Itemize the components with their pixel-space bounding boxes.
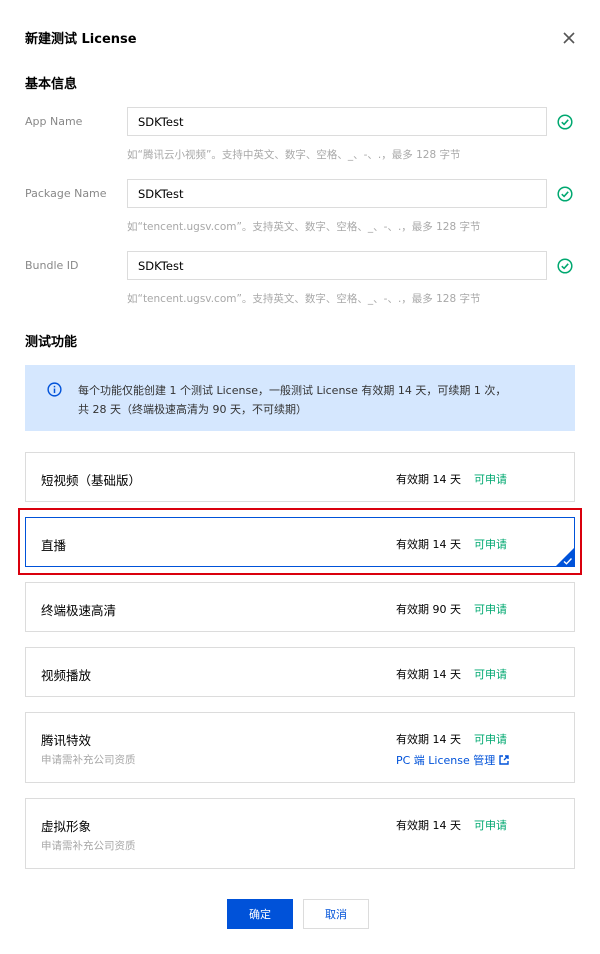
cancel-button[interactable]: 取消 bbox=[303, 899, 369, 929]
package-name-label: Package Name bbox=[25, 187, 107, 200]
feature-name: 腾讯特效 bbox=[41, 733, 92, 748]
bundle-id-label: Bundle ID bbox=[25, 259, 79, 272]
bundle-id-hint: 如“tencent.ugsv.com”。支持英文、数字、空格、_、-、.，最多 … bbox=[127, 293, 481, 305]
check-circle-icon bbox=[557, 258, 573, 274]
feature-card-short-video[interactable]: 短视频（基础版） 有效期 14 天 可申请 bbox=[25, 452, 575, 502]
feature-card-virtual-avatar[interactable]: 虚拟形象 申请需补充公司资质 有效期 14 天 可申请 bbox=[25, 798, 575, 869]
notice-text-line1: 每个功能仅能创建 1 个测试 License，一般测试 License 有效期 … bbox=[78, 384, 507, 397]
feature-name: 视频播放 bbox=[41, 668, 92, 683]
feature-name: 终端极速高清 bbox=[41, 603, 117, 618]
feature-name: 虚拟形象 bbox=[41, 819, 92, 834]
package-name-input[interactable] bbox=[127, 179, 547, 208]
feature-card-terminal-hd[interactable]: 终端极速高清 有效期 90 天 可申请 bbox=[25, 582, 575, 632]
check-circle-icon bbox=[557, 186, 573, 202]
feature-validity: 有效期 14 天 bbox=[396, 733, 461, 746]
feature-name: 短视频（基础版） bbox=[41, 473, 142, 488]
feature-card-tencent-effects[interactable]: 腾讯特效 申请需补充公司资质 有效期 14 天 可申请 PC 端 License… bbox=[25, 712, 575, 783]
test-features-title: 测试功能 bbox=[25, 335, 78, 350]
basic-info-title: 基本信息 bbox=[25, 77, 78, 92]
pc-license-link[interactable]: PC 端 License 管理 bbox=[396, 752, 509, 768]
external-link-icon bbox=[499, 755, 509, 765]
feature-subtext: 申请需补充公司资质 bbox=[41, 840, 136, 852]
feature-subtext: 申请需补充公司资质 bbox=[41, 754, 136, 766]
dialog-title: 新建测试 License bbox=[25, 32, 137, 47]
feature-status: 可申请 bbox=[474, 668, 507, 681]
close-icon[interactable] bbox=[561, 30, 577, 46]
confirm-button[interactable]: 确定 bbox=[227, 899, 293, 929]
pc-license-link-label: PC 端 License 管理 bbox=[396, 754, 496, 767]
package-name-hint: 如“tencent.ugsv.com”。支持英文、数字、空格、_、-、.，最多 … bbox=[127, 221, 481, 233]
feature-card-video-playback[interactable]: 视频播放 有效期 14 天 可申请 bbox=[25, 647, 575, 697]
feature-status: 可申请 bbox=[474, 819, 507, 832]
feature-status: 可申请 bbox=[474, 603, 507, 616]
feature-validity: 有效期 14 天 bbox=[396, 473, 461, 486]
feature-validity: 有效期 14 天 bbox=[396, 819, 461, 832]
feature-status: 可申请 bbox=[474, 733, 507, 746]
app-name-hint: 如“腾讯云小视频”。支持中英文、数字、空格、_、-、.，最多 128 字节 bbox=[127, 149, 461, 161]
info-icon bbox=[47, 382, 62, 397]
feature-status: 可申请 bbox=[474, 473, 507, 486]
feature-validity: 有效期 14 天 bbox=[396, 668, 461, 681]
app-name-label: App Name bbox=[25, 115, 83, 128]
bundle-id-input[interactable] bbox=[127, 251, 547, 280]
selection-highlight bbox=[18, 508, 582, 575]
check-circle-icon bbox=[557, 114, 573, 130]
notice-text-line2: 共 28 天（终端极速高清为 90 天，不可续期） bbox=[78, 403, 307, 416]
app-name-input[interactable] bbox=[127, 107, 547, 136]
notice-box: 每个功能仅能创建 1 个测试 License，一般测试 License 有效期 … bbox=[25, 365, 575, 431]
feature-validity: 有效期 90 天 bbox=[396, 603, 461, 616]
